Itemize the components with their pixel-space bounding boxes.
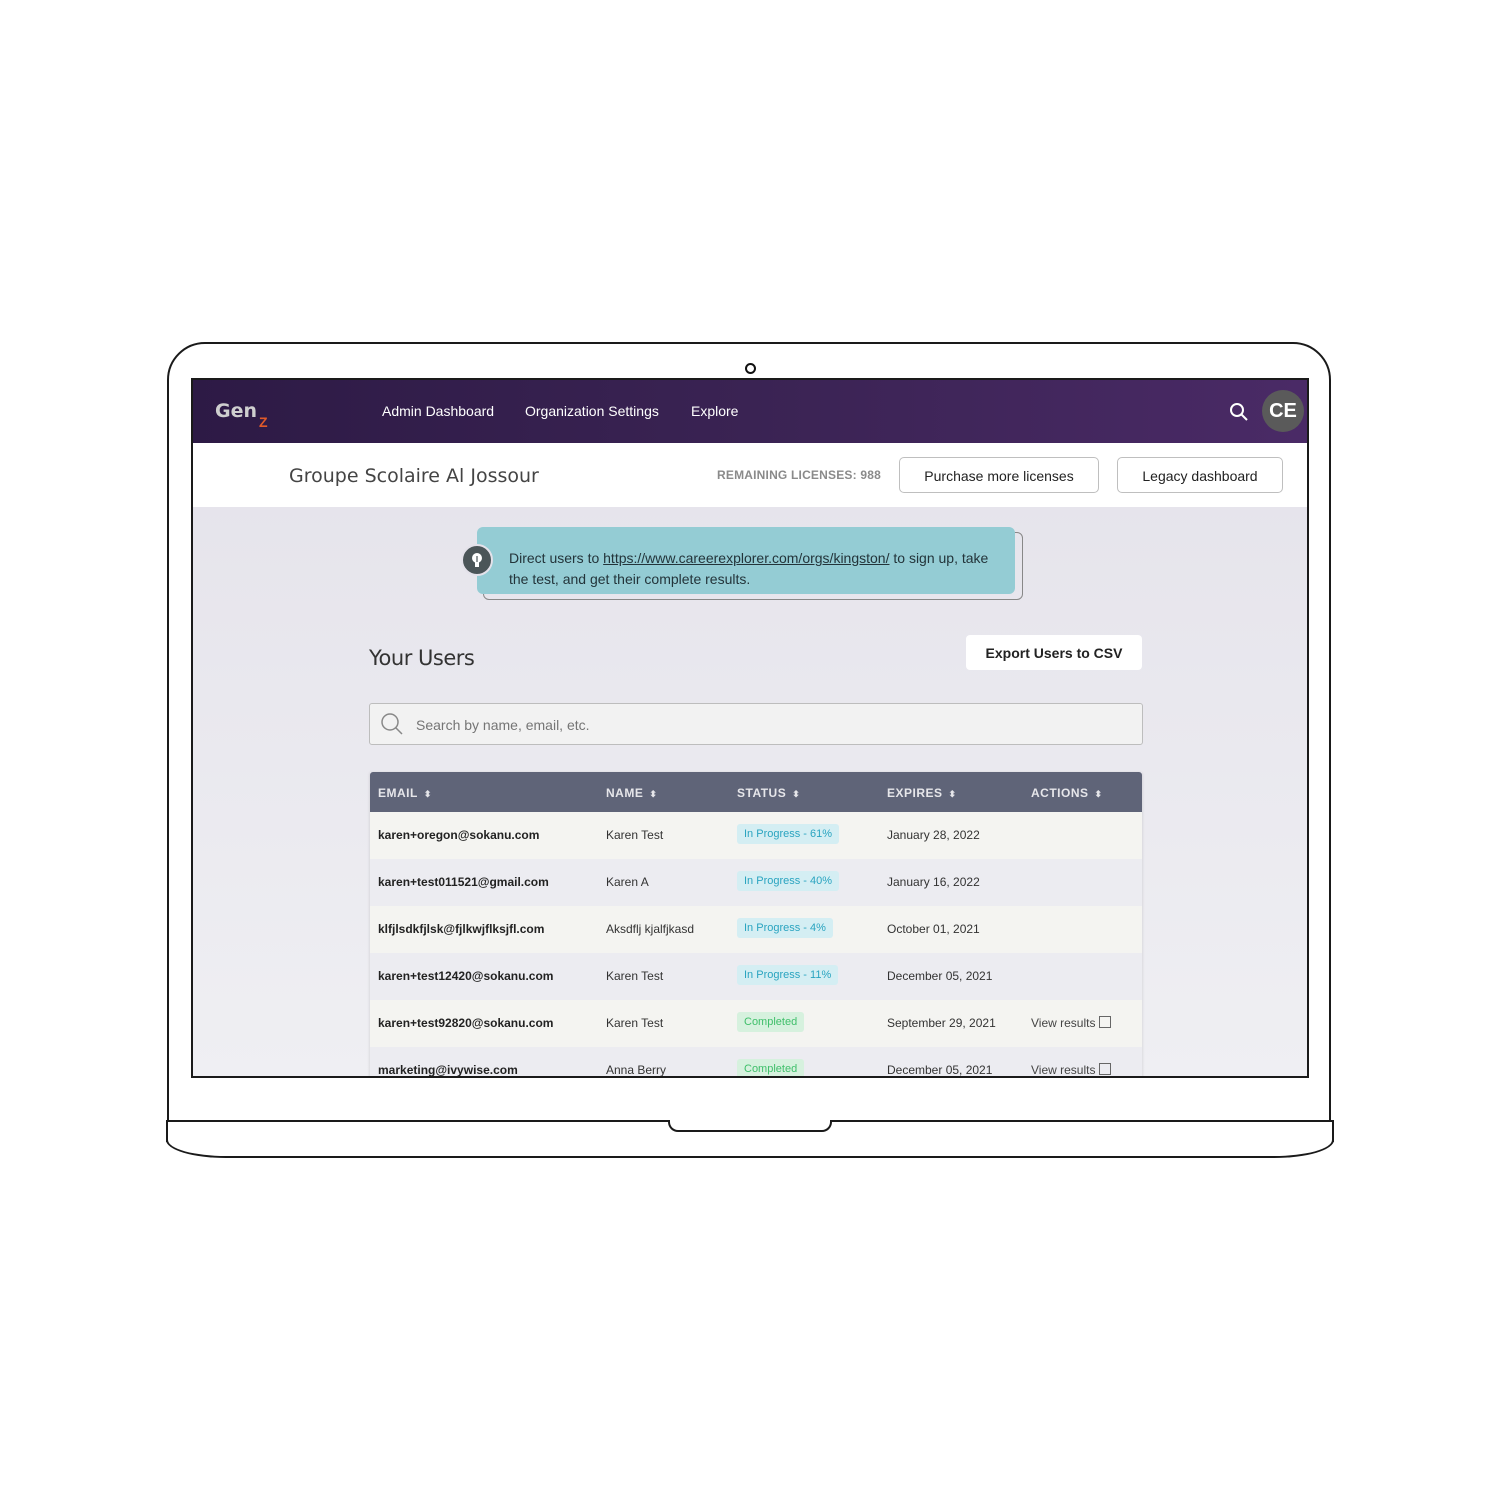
avatar[interactable]: CE	[1262, 390, 1304, 432]
cell-name: Karen Test	[606, 969, 664, 983]
header-name[interactable]: NAME ⬍	[606, 786, 657, 800]
cell-name: Karen Test	[606, 828, 664, 842]
cell-name: Karen A	[606, 875, 649, 889]
cell-name: Aksdflj kjalfjkasd	[606, 922, 695, 936]
header-email[interactable]: EMAIL ⬍	[378, 786, 432, 800]
cell-email: marketing@ivywise.com	[378, 1063, 518, 1077]
legacy-dashboard-button[interactable]: Legacy dashboard	[1117, 457, 1283, 493]
cell-name: Anna Berry	[606, 1063, 667, 1077]
users-table: EMAIL ⬍ NAME ⬍ STATUS ⬍ EXPIRES ⬍ ACTIONS ⬍ k…	[370, 772, 1142, 1077]
table-row[interactable]: klfjlsdkfjlsk@fjlkwjflksjfl.com Aksdflj …	[370, 906, 1142, 953]
nav-admin-dashboard[interactable]: Admin Dashboard	[382, 403, 494, 419]
table-row[interactable]: karen+oregon@sokanu.com Karen Test In Pr…	[370, 812, 1142, 859]
table-row[interactable]: karen+test011521@gmail.com Karen A In Pr…	[370, 859, 1142, 906]
table-header: EMAIL ⬍ NAME ⬍ STATUS ⬍ EXPIRES ⬍ ACTIONS ⬍	[370, 772, 1142, 812]
status-badge: In Progress - 11%	[737, 965, 839, 985]
search-input[interactable]	[414, 704, 1118, 746]
camera-icon	[745, 363, 756, 374]
view-results-link[interactable]: View results	[1031, 1063, 1112, 1076]
page-title: Your Users	[369, 646, 475, 670]
table-row[interactable]: karen+test12420@sokanu.com Karen Test In…	[370, 953, 1142, 1000]
table-row[interactable]: marketing@ivywise.com Anna Berry Complet…	[370, 1047, 1142, 1077]
search-box	[369, 703, 1143, 746]
header-expires[interactable]: EXPIRES ⬍	[887, 786, 957, 800]
external-link-icon	[1099, 1016, 1112, 1028]
search-icon	[381, 713, 403, 735]
cell-expires: January 16, 2022	[887, 875, 980, 889]
sort-icon: ⬍	[948, 789, 957, 799]
org-bar: Groupe Scolaire Al Jossour REMAINING LIC…	[193, 443, 1307, 507]
status-badge: In Progress - 40%	[737, 871, 840, 891]
cell-email: karen+test011521@gmail.com	[378, 875, 549, 889]
cell-expires: September 29, 2021	[887, 1016, 996, 1030]
export-csv-button[interactable]: Export Users to CSV	[966, 635, 1142, 670]
view-results-link[interactable]: View results	[1031, 1016, 1112, 1030]
cell-name: Karen Test	[606, 1016, 664, 1030]
logo[interactable]: Gen	[215, 400, 257, 422]
tip-text: Direct users to https://www.careerexplor…	[509, 548, 989, 590]
cell-expires: December 05, 2021	[887, 969, 993, 983]
screen: Gen Z Admin Dashboard Organization Setti…	[191, 378, 1309, 1078]
org-name: Groupe Scolaire Al Jossour	[289, 465, 539, 487]
cell-email: karen+test12420@sokanu.com	[378, 969, 554, 983]
search-icon[interactable]	[1229, 402, 1249, 422]
laptop-notch	[668, 1120, 832, 1132]
cell-email: karen+oregon@sokanu.com	[378, 828, 540, 842]
remaining-licenses: REMAINING LICENSES: 988	[717, 468, 881, 482]
top-navbar: Gen Z Admin Dashboard Organization Setti…	[193, 380, 1307, 443]
sort-icon: ⬍	[649, 789, 658, 799]
cell-expires: January 28, 2022	[887, 828, 980, 842]
header-actions[interactable]: ACTIONS ⬍	[1031, 786, 1103, 800]
sort-icon: ⬍	[1094, 789, 1103, 799]
nav-explore[interactable]: Explore	[691, 403, 738, 419]
cell-email: karen+test92820@sokanu.com	[378, 1016, 554, 1030]
laptop-foot	[166, 1140, 1334, 1158]
purchase-licenses-button[interactable]: Purchase more licenses	[899, 457, 1099, 493]
status-badge: Completed	[737, 1012, 805, 1032]
sort-icon: ⬍	[423, 789, 432, 799]
cell-email: klfjlsdkfjlsk@fjlkwjflksjfl.com	[378, 922, 545, 936]
status-badge: In Progress - 61%	[737, 824, 840, 844]
status-badge: In Progress - 4%	[737, 918, 833, 938]
table-row[interactable]: karen+test92820@sokanu.com Karen Test Co…	[370, 1000, 1142, 1047]
lightbulb-icon	[461, 544, 493, 576]
status-badge: Completed	[737, 1059, 805, 1076]
nav-organization-settings[interactable]: Organization Settings	[525, 403, 659, 419]
cell-expires: December 05, 2021	[887, 1063, 993, 1077]
tip-prefix: Direct users to	[509, 550, 604, 566]
cell-expires: October 01, 2021	[887, 922, 980, 936]
header-status[interactable]: STATUS ⬍	[737, 786, 800, 800]
external-link-icon	[1099, 1063, 1112, 1075]
signup-link[interactable]: https://www.careerexplorer.com/orgs/king…	[603, 550, 889, 566]
sort-icon: ⬍	[792, 789, 801, 799]
logo-z: Z	[259, 414, 268, 430]
